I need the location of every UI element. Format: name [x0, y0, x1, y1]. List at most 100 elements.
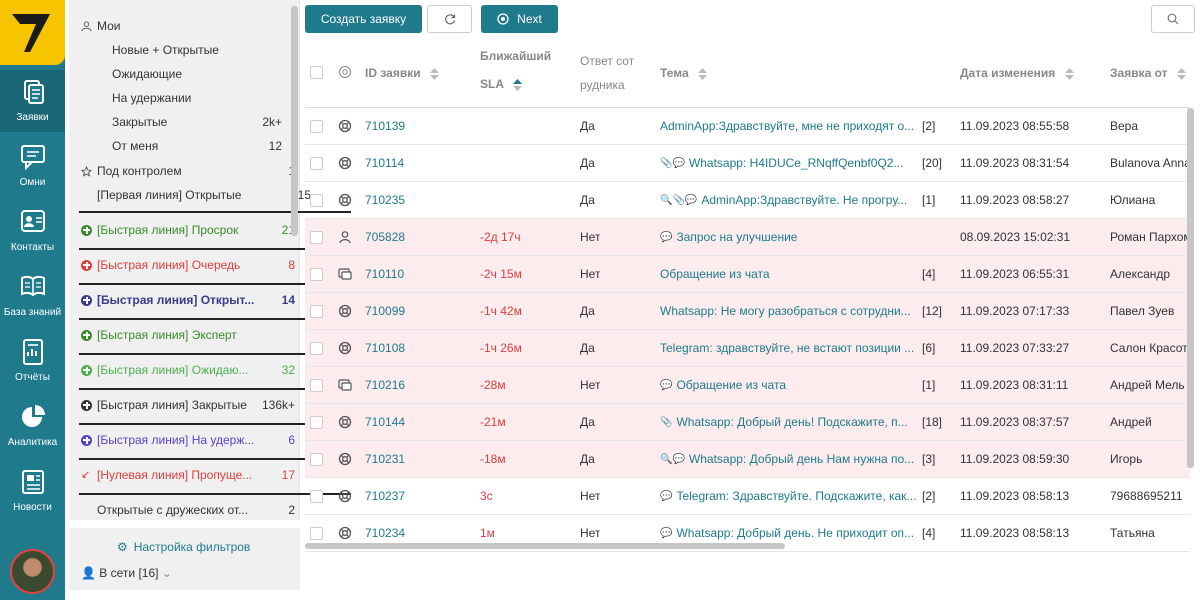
- channel-settings-icon[interactable]: [338, 65, 352, 79]
- nav-item-4[interactable]: Отчёты: [0, 330, 65, 392]
- ticket-id-link[interactable]: 710237: [365, 478, 405, 515]
- answer-value: Нет: [580, 489, 601, 503]
- ticket-id-link[interactable]: 710110: [365, 256, 404, 293]
- filter-group-item[interactable]: [Быстрая линия] Закрытые 136k+: [81, 393, 295, 417]
- row-checkbox[interactable]: [310, 527, 323, 540]
- user-avatar[interactable]: [10, 549, 55, 594]
- topic-link[interactable]: 🔍💬 Whatsapp: Добрый день Нам нужна по...: [660, 441, 918, 478]
- filter-item-label: Открытые с дружеских от...: [97, 503, 249, 517]
- filter-mine-item[interactable]: Новые + Открытые: [112, 38, 282, 62]
- topic-link[interactable]: 🔍📎💬 AdminApp:Здравствуйте. Не прогру...: [660, 182, 918, 219]
- filter-first-line[interactable]: [Первая линия] Открытые 15: [97, 183, 311, 207]
- col-topic[interactable]: Тема: [660, 66, 707, 80]
- topic-link[interactable]: 💬 Telegram: Здравствуйте. Подскажите, как…: [660, 478, 918, 515]
- search-button[interactable]: [1151, 5, 1195, 33]
- topic-link[interactable]: 📎 Whatsapp: Добрый день! Подскажите, п...: [660, 404, 918, 441]
- row-checkbox[interactable]: [310, 231, 323, 244]
- ticket-id-link[interactable]: 710216: [365, 367, 405, 404]
- table-row[interactable]: 710099 -1ч 42м Да Whatsapp: Не могу разобра…: [305, 293, 1190, 330]
- ticket-id-link[interactable]: 710099: [365, 293, 405, 330]
- topic-link[interactable]: 💬 Обращение из чата: [660, 367, 918, 404]
- ticket-id-link[interactable]: 710144: [365, 404, 405, 441]
- row-checkbox[interactable]: [310, 305, 323, 318]
- filter-group-item[interactable]: [Быстрая линия] На удерж... 6: [81, 428, 295, 452]
- nav-item-3[interactable]: База знаний: [0, 265, 65, 327]
- table-row[interactable]: 710108 -1ч 26м Да Telegram: здравствуйте, н…: [305, 330, 1190, 367]
- ticket-id-link[interactable]: 710114: [365, 145, 404, 182]
- row-checkbox[interactable]: [310, 379, 323, 392]
- row-checkbox[interactable]: [310, 490, 323, 503]
- filter-group-item[interactable]: [Быстрая линия] Очередь 8: [81, 253, 295, 277]
- create-ticket-button[interactable]: Создать заявку: [305, 5, 422, 33]
- row-checkbox[interactable]: [310, 194, 323, 207]
- table-row[interactable]: 710237 3с Нет 💬 Telegram: Здравствуйте. Подс…: [305, 478, 1190, 515]
- col-date[interactable]: Дата изменения: [960, 66, 1074, 80]
- nav-item-1[interactable]: Омни: [0, 135, 65, 197]
- col-answer-line1: Ответ сот: [580, 54, 635, 68]
- filter-mine-item[interactable]: Закрытые 2k+: [112, 110, 282, 134]
- row-checkbox[interactable]: [310, 416, 323, 429]
- nav-item-0[interactable]: Заявки: [0, 70, 65, 132]
- table-row[interactable]: 710231 -18м Да 🔍💬 Whatsapp: Добрый день Нам …: [305, 441, 1190, 478]
- topic-attachment-icons: 📎: [660, 417, 673, 429]
- table-row[interactable]: 710139 Да AdminApp:Здравствуйте, мне не пр…: [305, 108, 1190, 145]
- ticket-id-link[interactable]: 705828: [365, 219, 405, 256]
- row-checkbox[interactable]: [310, 157, 323, 170]
- filter-control[interactable]: Под контролем 1: [81, 159, 295, 183]
- col-date-label: Дата изменения: [960, 66, 1056, 80]
- ticket-id-link[interactable]: 710108: [365, 330, 405, 367]
- row-checkbox[interactable]: [310, 268, 323, 281]
- topic-link[interactable]: 💬 Запрос на улучшение: [660, 219, 918, 256]
- filter-item-count: 12: [268, 139, 282, 153]
- filter-mine-item[interactable]: На удержании: [112, 86, 282, 110]
- row-checkbox[interactable]: [310, 453, 323, 466]
- topic-link[interactable]: AdminApp:Здравствуйте, мне не приходят о…: [660, 108, 918, 145]
- filter-item-label: Закрытые: [112, 115, 168, 129]
- topic-link[interactable]: Whatsapp: Не могу разобраться с сотрудни…: [660, 293, 918, 330]
- date-value: 11.09.2023 08:59:30: [960, 452, 1070, 466]
- select-all-checkbox[interactable]: [310, 66, 323, 79]
- row-checkbox[interactable]: [310, 342, 323, 355]
- create-ticket-label: Создать заявку: [320, 12, 407, 26]
- filter-group-item[interactable]: ↙ [Нулевая линия] Пропуще... 17: [81, 463, 295, 487]
- nav-item-2[interactable]: Контакты: [0, 200, 65, 262]
- filter-group-item[interactable]: [Быстрая линия] Эксперт: [81, 323, 295, 347]
- filter-group-item[interactable]: [Быстрая линия] Ожидаю... 32: [81, 358, 295, 382]
- filter-settings-link[interactable]: ⚙ Настройка фильтров: [117, 540, 250, 554]
- row-checkbox[interactable]: [310, 120, 323, 133]
- topic-link[interactable]: 📎💬 Whatsapp: H4IDUCe_RNqffQenbf0Q2...: [660, 145, 918, 182]
- ticket-id-link[interactable]: 710139: [365, 108, 405, 145]
- col-from[interactable]: Заявка от: [1110, 66, 1186, 80]
- filter-mine-item[interactable]: Ожидающие: [112, 62, 282, 86]
- table-row[interactable]: 705828 -2д 17ч Нет 💬 Запрос на улучшение 08.0…: [305, 219, 1192, 256]
- table-row[interactable]: 710110 -2ч 15м Нет Обращение из чата [4] 11.0…: [305, 256, 1190, 293]
- filter-mine[interactable]: Мои: [81, 14, 295, 38]
- topic-link[interactable]: Telegram: здравствуйте, не встают позици…: [660, 330, 918, 367]
- next-label: Next: [517, 12, 542, 26]
- nav-item-6[interactable]: Новости: [0, 460, 65, 522]
- next-button[interactable]: Next: [481, 5, 558, 33]
- table-row[interactable]: 710235 Да 🔍📎💬 AdminApp:Здравствуйте. Не про…: [305, 182, 1190, 219]
- nav-item-5[interactable]: Аналитика: [0, 395, 65, 457]
- table-horizontal-scrollbar[interactable]: [305, 543, 785, 549]
- filter-group-item[interactable]: [Быстрая линия] Открыт... 14: [81, 288, 295, 312]
- refresh-button[interactable]: [427, 5, 472, 33]
- sort-icon: [429, 67, 439, 80]
- filter-group-item[interactable]: [Быстрая линия] Просрок 21: [81, 218, 295, 242]
- table-row[interactable]: 710144 -21м Да 📎 Whatsapp: Добрый день! Подс…: [305, 404, 1190, 441]
- table-row[interactable]: 710114 Да 📎💬 Whatsapp: H4IDUCe_RNqffQenbf0Q…: [305, 145, 1191, 182]
- topic-text: Обращение из чата: [660, 267, 770, 281]
- app-logo[interactable]: [0, 0, 65, 65]
- col-id[interactable]: ID заявки: [365, 66, 439, 80]
- online-users[interactable]: 👤 В сети [16] ⌄: [81, 566, 172, 580]
- filter-item-count: 32: [281, 363, 295, 377]
- filter-group-item[interactable]: Открытые с дружеских от... 2: [81, 498, 295, 522]
- ticket-id-link[interactable]: 710231: [365, 441, 405, 478]
- topic-link[interactable]: Обращение из чата: [660, 256, 918, 293]
- col-sla[interactable]: SLA: [480, 77, 522, 91]
- filter-mine-item[interactable]: От меня 12: [112, 134, 282, 158]
- ticket-id-link[interactable]: 710235: [365, 182, 405, 219]
- table-vertical-scrollbar[interactable]: [1187, 108, 1194, 468]
- table-row[interactable]: 710216 -28м Нет 💬 Обращение из чата [1] 11.09.…: [305, 367, 1190, 404]
- panel-scrollbar[interactable]: [291, 6, 298, 236]
